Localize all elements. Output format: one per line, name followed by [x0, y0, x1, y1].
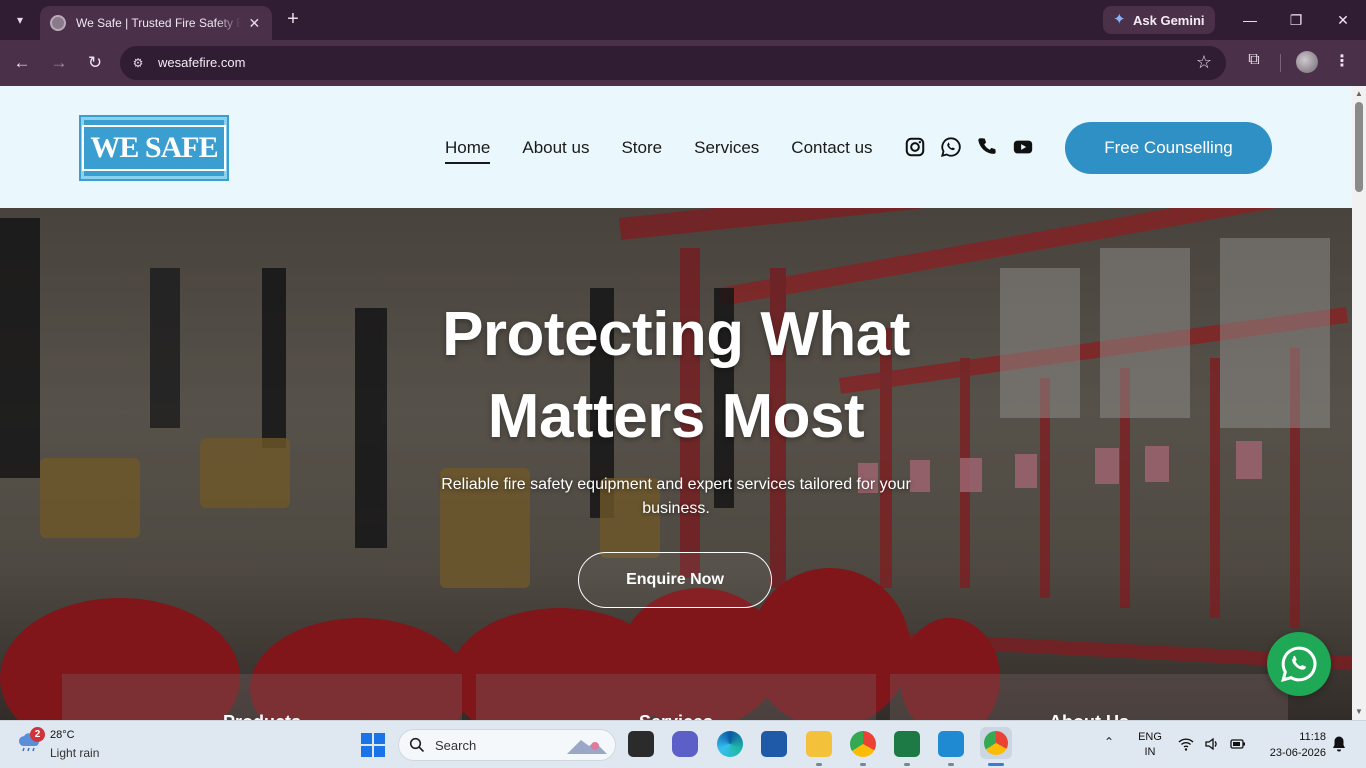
active-app-indicator: [988, 763, 1004, 766]
edge-icon[interactable]: [717, 731, 743, 757]
notification-bell-icon[interactable]: [1331, 735, 1347, 753]
weather-temperature[interactable]: 28°C: [50, 729, 75, 741]
nav-about-us[interactable]: About us: [522, 138, 589, 164]
address-bar[interactable]: ⚙ wesafefire.com ☆: [120, 46, 1226, 80]
feature-card-products[interactable]: Products: [62, 674, 462, 720]
windows-taskbar: 2 28°C Light rain Search ⌃ ENG IN 11:18 …: [0, 720, 1366, 768]
hero-background-image: [0, 208, 1352, 720]
back-arrow-icon[interactable]: ←: [10, 51, 34, 75]
nav-contact-us[interactable]: Contact us: [791, 138, 872, 164]
url-text[interactable]: wesafefire.com: [158, 55, 245, 70]
browser-toolbar: ← → ↻ ⚙ wesafefire.com ☆ ⧉ ⋮: [0, 40, 1366, 86]
clock-date: 23-06-2026: [1269, 747, 1326, 759]
minimize-button[interactable]: —: [1236, 8, 1264, 32]
active-app-indicator: [948, 763, 954, 766]
feature-card-title: About Us: [890, 712, 1288, 720]
free-counselling-button[interactable]: Free Counselling: [1065, 122, 1272, 174]
taskbar-search-box[interactable]: Search: [398, 729, 616, 761]
scroll-down-arrow-icon[interactable]: ▼: [1355, 708, 1363, 716]
toolbar-divider: [1280, 54, 1281, 72]
nav-services[interactable]: Services: [694, 138, 759, 164]
weather-description[interactable]: Light rain: [50, 746, 99, 760]
browser-tabstrip: ▾ We Safe | Trusted Fire Safety Eq ✕ + A…: [0, 0, 1366, 40]
whatsapp-icon[interactable]: [940, 136, 962, 158]
search-icon: [409, 737, 425, 753]
reload-icon[interactable]: ↻: [83, 51, 107, 75]
hero-section: Protecting What Matters Most Reliable fi…: [0, 208, 1352, 720]
whatsapp-icon: [1281, 646, 1317, 682]
wifi-icon[interactable]: [1178, 736, 1194, 752]
gemini-icon: [1113, 10, 1127, 28]
tab-close-icon[interactable]: ✕: [247, 15, 262, 32]
scrollbar-thumb[interactable]: [1355, 102, 1363, 192]
task-view-icon[interactable]: [628, 731, 654, 757]
whatsapp-floating-button[interactable]: [1267, 632, 1331, 696]
web-page-viewport: WE SAFE Home About us Store Services Con…: [0, 86, 1352, 720]
site-logo[interactable]: WE SAFE: [79, 115, 229, 181]
excel-icon[interactable]: [894, 731, 920, 757]
chrome-menu-icon[interactable]: ⋮: [1334, 51, 1350, 73]
browser-tab[interactable]: We Safe | Trusted Fire Safety Eq ✕: [40, 6, 272, 40]
input-language[interactable]: ENG IN: [1136, 730, 1164, 760]
chrome-profile-active-icon[interactable]: [980, 727, 1012, 759]
feature-card-about-us[interactable]: About Us: [890, 674, 1288, 720]
weather-notification-badge: 2: [30, 727, 45, 742]
search-label: Search: [435, 738, 477, 753]
hero-subtitle: Reliable fire safety equipment and exper…: [441, 476, 911, 517]
site-header: WE SAFE Home About us Store Services Con…: [0, 86, 1352, 208]
teams-icon[interactable]: [672, 731, 698, 757]
windows-start-button[interactable]: [361, 733, 385, 757]
system-tray[interactable]: [1178, 736, 1246, 752]
chrome-icon[interactable]: [850, 731, 876, 757]
youtube-icon[interactable]: [1012, 136, 1034, 158]
instagram-icon[interactable]: [904, 136, 926, 158]
nav-home[interactable]: Home: [445, 138, 491, 164]
nav-store[interactable]: Store: [621, 138, 662, 164]
enquire-now-button[interactable]: Enquire Now: [578, 552, 772, 608]
hero-title: Protecting What Matters Most: [442, 300, 910, 451]
active-app-indicator: [860, 763, 866, 766]
active-app-indicator: [904, 763, 910, 766]
store-icon[interactable]: [761, 731, 787, 757]
restore-button[interactable]: ❐: [1282, 8, 1310, 32]
main-nav: Home About us Store Services Contact us: [445, 138, 873, 164]
scroll-up-arrow-icon[interactable]: ▲: [1355, 90, 1363, 98]
clock-time: 11:18: [1299, 731, 1326, 743]
volume-icon[interactable]: [1204, 736, 1220, 752]
battery-icon[interactable]: [1230, 736, 1246, 752]
feature-card-title: Products: [62, 712, 462, 720]
lang-region: IN: [1144, 746, 1156, 758]
profile-avatar[interactable]: [1296, 51, 1318, 73]
vscode-icon[interactable]: [938, 731, 964, 757]
system-clock[interactable]: 11:18 23-06-2026: [1258, 729, 1326, 761]
new-tab-button[interactable]: +: [282, 8, 304, 30]
extensions-puzzle-icon[interactable]: ⧉: [1243, 51, 1265, 73]
tray-overflow-chevron-icon[interactable]: ⌃: [1104, 735, 1118, 749]
file-explorer-icon[interactable]: [806, 731, 832, 757]
tab-title: We Safe | Trusted Fire Safety Eq: [76, 16, 241, 30]
bookmark-star-icon[interactable]: ☆: [1196, 52, 1212, 73]
lang-code: ENG: [1138, 731, 1162, 743]
phone-icon[interactable]: [976, 136, 998, 158]
feature-card-services[interactable]: Services: [476, 674, 876, 720]
ask-gemini-label: Ask Gemini: [1133, 12, 1205, 28]
active-app-indicator: [816, 763, 822, 766]
close-window-button[interactable]: ✕: [1329, 8, 1357, 32]
tab-search-chevron-icon[interactable]: ▾: [8, 8, 32, 32]
ask-gemini-button[interactable]: Ask Gemini: [1103, 6, 1215, 34]
logo-text: WE SAFE: [82, 125, 226, 171]
search-highlight-icon: [567, 740, 607, 754]
site-info-icon[interactable]: ⚙: [130, 55, 146, 71]
feature-card-title: Services: [476, 712, 876, 720]
page-scrollbar[interactable]: ▲ ▼: [1352, 86, 1366, 720]
tab-favicon-icon: [50, 15, 66, 31]
forward-arrow-icon[interactable]: →: [47, 51, 71, 75]
